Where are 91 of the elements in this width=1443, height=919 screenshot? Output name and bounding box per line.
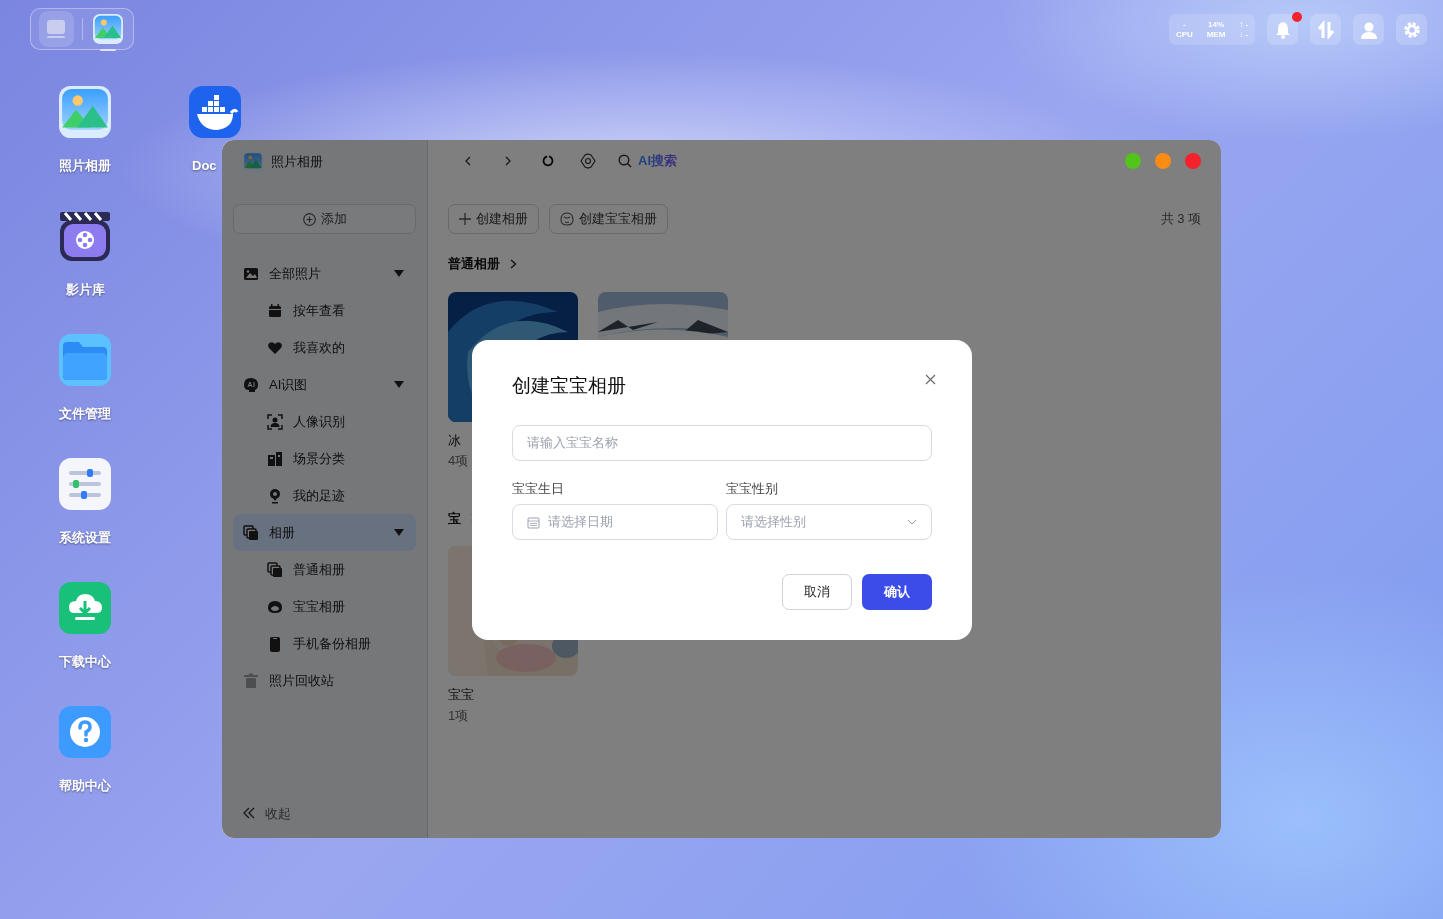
sidebar-item[interactable]: 相册	[233, 514, 416, 551]
maximize-button[interactable]	[1125, 153, 1141, 169]
trash-icon	[243, 672, 259, 689]
cancel-button[interactable]: 取消	[782, 574, 852, 610]
chevron-right-icon	[504, 156, 512, 166]
chevron-down-icon	[907, 519, 917, 525]
confirm-button[interactable]: 确认	[862, 574, 932, 610]
chevron-left-icon	[464, 156, 472, 166]
add-button[interactable]: 添加	[233, 204, 416, 234]
folder-icon	[59, 334, 111, 386]
download-center-app[interactable]: 下载中心	[45, 582, 125, 672]
section-title: 宝	[448, 509, 461, 528]
dialog-title: 创建宝宝相册	[512, 374, 626, 398]
sidebar-item[interactable]: 我的足迹	[233, 477, 416, 514]
sidebar-item[interactable]: 全部照片	[233, 255, 416, 292]
calendar-icon	[527, 515, 540, 529]
minimize-button[interactable]	[1155, 153, 1171, 169]
transfer-icon	[1317, 20, 1334, 39]
question-icon	[59, 706, 111, 758]
photo-album-icon	[59, 86, 111, 138]
cloud-download-icon	[59, 582, 111, 634]
settings-icon	[1402, 20, 1421, 39]
plus-circle-icon	[302, 212, 316, 226]
field-label: 宝宝性别	[726, 479, 779, 498]
close-button[interactable]	[925, 374, 936, 385]
settings-button[interactable]	[1396, 14, 1427, 45]
face-frame-icon	[267, 413, 283, 430]
photo-app-icon	[243, 152, 263, 172]
show-desktop-button[interactable]	[39, 11, 74, 47]
user-icon	[1359, 20, 1378, 39]
pin-icon	[267, 487, 283, 504]
caret-down-icon	[394, 270, 404, 277]
image-icon	[243, 265, 259, 282]
sidebar-item[interactable]: 按年查看	[233, 292, 416, 329]
section-title: 普通相册	[448, 255, 500, 273]
stacked-albums-icon	[267, 561, 283, 578]
help-center-app[interactable]: 帮助中心	[45, 706, 125, 796]
baby-face-icon	[560, 212, 574, 226]
transfer-button[interactable]	[1310, 14, 1341, 45]
album-count: 1项	[448, 706, 469, 725]
sidebar-item[interactable]: 场景分类	[233, 440, 416, 477]
sidebar-item[interactable]: 手机备份相册	[233, 625, 416, 662]
search-icon	[618, 154, 632, 168]
desktop-icon	[45, 18, 68, 40]
sidebar-item[interactable]: 宝宝相册	[233, 588, 416, 625]
chevron-right-icon	[510, 258, 517, 269]
calendar-icon	[267, 302, 283, 319]
photo-album-app[interactable]: 照片相册	[45, 86, 125, 176]
sidebar-item[interactable]: AI识图	[233, 366, 416, 403]
video-library-app[interactable]: 影片库	[45, 210, 125, 300]
memory-label: MEM	[1206, 29, 1226, 40]
buildings-icon	[267, 450, 283, 467]
file-manager-app[interactable]: 文件管理	[45, 334, 125, 424]
download-speed: ↓ -	[1239, 29, 1249, 40]
stacked-albums-icon	[243, 524, 259, 541]
phone-icon	[267, 635, 283, 652]
whale-icon	[189, 86, 241, 138]
user-button[interactable]	[1353, 14, 1384, 45]
cpu-reading: -	[1182, 19, 1187, 30]
memory-reading: 14%	[1207, 19, 1225, 30]
system-settings-app[interactable]: 系统设置	[45, 458, 125, 548]
double-chevron-left-icon	[243, 807, 255, 820]
create-baby-album-button[interactable]: 创建宝宝相册	[549, 204, 668, 234]
window-title: 照片相册	[271, 153, 323, 172]
refresh-icon	[542, 155, 554, 167]
caret-down-icon	[394, 529, 404, 536]
date-picker-field[interactable]: 请选择日期	[512, 504, 718, 540]
heart-icon	[267, 339, 283, 356]
plus-icon	[459, 213, 471, 225]
gender-select-field[interactable]: 请选择性别	[726, 504, 932, 540]
create-album-button[interactable]: 创建相册	[448, 204, 539, 234]
cpu-label: CPU	[1175, 29, 1193, 40]
caret-down-icon	[394, 381, 404, 388]
upload-speed: ↑ -	[1239, 19, 1249, 30]
name-input-field[interactable]: 请输入宝宝名称	[512, 424, 932, 461]
album-count: 4项	[448, 452, 469, 470]
sidebar-item[interactable]: 人像识别	[233, 403, 416, 440]
collapse-button[interactable]: 收起	[233, 802, 416, 824]
item-count: 共 3 项	[1160, 210, 1201, 229]
field-label: 宝宝生日	[512, 479, 565, 498]
sidebar-item[interactable]: 我喜欢的	[233, 329, 416, 366]
sliders-icon	[59, 458, 111, 510]
settings-icon	[580, 153, 596, 169]
ai-head-icon	[243, 376, 259, 393]
album-name: 宝宝	[448, 686, 474, 704]
close-icon	[925, 374, 936, 385]
photo-app-icon	[92, 14, 123, 44]
album-name: 冰	[448, 431, 461, 450]
sidebar-item[interactable]: 普通相册	[233, 551, 416, 588]
film-icon	[59, 210, 111, 262]
sidebar-item[interactable]: 照片回收站	[233, 662, 416, 699]
